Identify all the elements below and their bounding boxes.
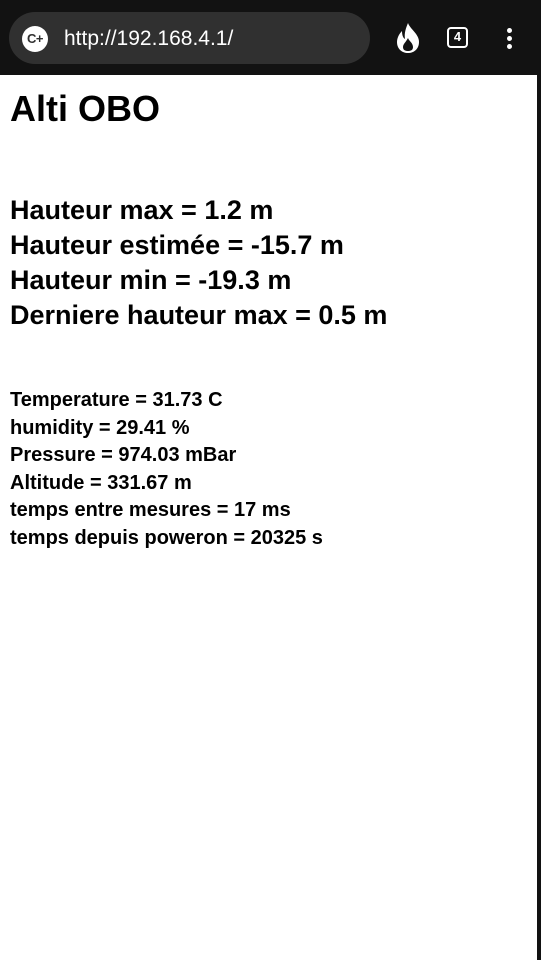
menu-dot: [507, 44, 512, 49]
tab-switcher-button[interactable]: 4: [447, 27, 468, 48]
height-estimated: Hauteur estimée = -15.7 m: [10, 230, 344, 260]
scroll-edge: [537, 75, 541, 960]
uptime: temps depuis poweron = 20325 s: [10, 526, 323, 549]
altitude: Altitude = 331.67 m: [10, 471, 192, 494]
last-height-max: Derniere hauteur max = 0.5 m: [10, 300, 388, 330]
temperature: Temperature = 31.73 C: [10, 389, 223, 411]
site-info-icon[interactable]: C+: [22, 26, 48, 52]
more-vert-icon[interactable]: [499, 26, 521, 52]
humidity: humidity = 29.41 %: [10, 416, 190, 439]
height-max: Hauteur max = 1.2 m: [10, 195, 274, 225]
menu-dot: [507, 28, 512, 33]
sensor-readings: Temperature = 31.73 C humidity = 29.41 %…: [10, 387, 323, 552]
address-bar[interactable]: C+ http://192.168.4.1/: [9, 12, 370, 64]
menu-dot: [507, 36, 512, 41]
height-min: Hauteur min = -19.3 m: [10, 265, 292, 295]
page-title: Alti OBO: [10, 88, 160, 129]
measure-interval: temps entre mesures = 17 ms: [10, 499, 291, 521]
url-text[interactable]: http://192.168.4.1/: [64, 25, 233, 52]
pressure: Pressure = 974.03 mBar: [10, 444, 237, 466]
height-readings: Hauteur max = 1.2 m Hauteur estimée = -1…: [10, 193, 387, 333]
browser-toolbar: C+ http://192.168.4.1/ 4: [0, 0, 541, 75]
flame-icon[interactable]: [393, 22, 423, 54]
